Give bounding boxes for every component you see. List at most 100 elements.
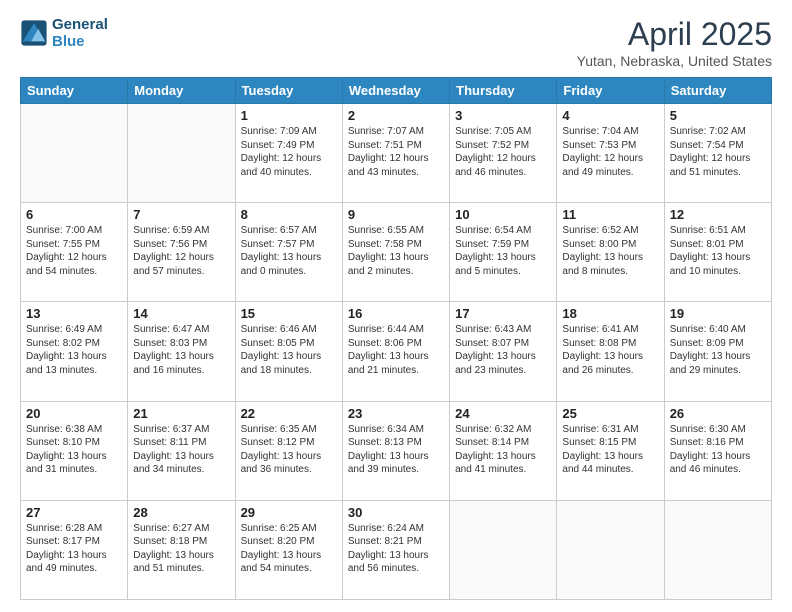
day-info: Sunrise: 6:44 AM Sunset: 8:06 PM Dayligh… (348, 323, 444, 377)
weekday-header-monday: Monday (128, 78, 235, 104)
day-info: Sunrise: 6:28 AM Sunset: 8:17 PM Dayligh… (26, 522, 122, 576)
weekday-header-thursday: Thursday (450, 78, 557, 104)
day-number: 3 (455, 108, 551, 123)
header: General Blue April 2025 Yutan, Nebraska,… (20, 16, 772, 69)
day-number: 21 (133, 406, 229, 421)
calendar-cell: 13Sunrise: 6:49 AM Sunset: 8:02 PM Dayli… (21, 302, 128, 401)
calendar-cell: 30 Sunrise: 6:24 AM Sunset: 8:21 PM Dayli… (342, 500, 449, 599)
weekday-header-sunday: Sunday (21, 78, 128, 104)
day-number: 28 (133, 505, 229, 520)
day-number: 18 (562, 306, 658, 321)
day-number: 14 (133, 306, 229, 321)
day-number: 15 (241, 306, 337, 321)
day-number: 12 (670, 207, 766, 222)
day-info: Sunrise: 6:43 AM Sunset: 8:07 PM Dayligh… (455, 323, 551, 377)
day-info: Sunrise: 6:54 AM Sunset: 7:59 PM Dayligh… (455, 224, 551, 278)
logo-icon (20, 19, 48, 47)
week-row-1: 6 Sunrise: 7:00 AM Sunset: 7:55 PM Daylig… (21, 203, 772, 302)
day-number: 9 (348, 207, 444, 222)
calendar-cell: 21 Sunrise: 6:37 AM Sunset: 8:11 PM Dayli… (128, 401, 235, 500)
day-number: 20 (26, 406, 122, 421)
day-info: Sunrise: 6:25 AM Sunset: 8:20 PM Dayligh… (241, 522, 337, 576)
calendar-cell: 17 Sunrise: 6:43 AM Sunset: 8:07 PM Dayli… (450, 302, 557, 401)
day-info: Sunrise: 7:05 AM Sunset: 7:52 PM Dayligh… (455, 125, 551, 179)
day-info: Sunrise: 6:55 AM Sunset: 7:58 PM Dayligh… (348, 224, 444, 278)
day-info: Sunrise: 6:41 AM Sunset: 8:08 PM Dayligh… (562, 323, 658, 377)
day-number: 23 (348, 406, 444, 421)
weekday-header-saturday: Saturday (664, 78, 771, 104)
day-number: 24 (455, 406, 551, 421)
calendar-cell: 18 Sunrise: 6:41 AM Sunset: 8:08 PM Dayli… (557, 302, 664, 401)
calendar-cell: 27Sunrise: 6:28 AM Sunset: 8:17 PM Dayli… (21, 500, 128, 599)
day-info: Sunrise: 6:51 AM Sunset: 8:01 PM Dayligh… (670, 224, 766, 278)
calendar-cell: 23Sunrise: 6:34 AM Sunset: 8:13 PM Dayli… (342, 401, 449, 500)
calendar-cell: 6 Sunrise: 7:00 AM Sunset: 7:55 PM Daylig… (21, 203, 128, 302)
day-info: Sunrise: 6:32 AM Sunset: 8:14 PM Dayligh… (455, 423, 551, 477)
day-number: 10 (455, 207, 551, 222)
day-info: Sunrise: 7:07 AM Sunset: 7:51 PM Dayligh… (348, 125, 444, 179)
day-number: 13 (26, 306, 122, 321)
week-row-0: 1 Sunrise: 7:09 AM Sunset: 7:49 PM Daylig… (21, 104, 772, 203)
day-number: 1 (241, 108, 337, 123)
day-info: Sunrise: 6:35 AM Sunset: 8:12 PM Dayligh… (241, 423, 337, 477)
day-info: Sunrise: 7:00 AM Sunset: 7:55 PM Dayligh… (26, 224, 122, 278)
week-row-3: 20 Sunrise: 6:38 AM Sunset: 8:10 PM Dayli… (21, 401, 772, 500)
day-number: 30 (348, 505, 444, 520)
day-number: 29 (241, 505, 337, 520)
day-number: 11 (562, 207, 658, 222)
calendar-cell: 16 Sunrise: 6:44 AM Sunset: 8:06 PM Dayli… (342, 302, 449, 401)
calendar-cell: 7 Sunrise: 6:59 AM Sunset: 7:56 PM Daylig… (128, 203, 235, 302)
day-info: Sunrise: 6:47 AM Sunset: 8:03 PM Dayligh… (133, 323, 229, 377)
day-number: 17 (455, 306, 551, 321)
weekday-header-friday: Friday (557, 78, 664, 104)
calendar-cell: 10 Sunrise: 6:54 AM Sunset: 7:59 PM Dayli… (450, 203, 557, 302)
calendar-cell: 14 Sunrise: 6:47 AM Sunset: 8:03 PM Dayli… (128, 302, 235, 401)
day-number: 25 (562, 406, 658, 421)
logo: General Blue (20, 16, 108, 51)
month-title: April 2025 (577, 16, 772, 53)
day-info: Sunrise: 6:31 AM Sunset: 8:15 PM Dayligh… (562, 423, 658, 477)
week-row-4: 27Sunrise: 6:28 AM Sunset: 8:17 PM Dayli… (21, 500, 772, 599)
calendar-cell: 28Sunrise: 6:27 AM Sunset: 8:18 PM Dayli… (128, 500, 235, 599)
calendar-table: SundayMondayTuesdayWednesdayThursdayFrid… (20, 77, 772, 600)
day-info: Sunrise: 6:24 AM Sunset: 8:21 PM Dayligh… (348, 522, 444, 576)
calendar-cell: 3 Sunrise: 7:05 AM Sunset: 7:52 PM Daylig… (450, 104, 557, 203)
calendar-cell (128, 104, 235, 203)
calendar-cell: 5 Sunrise: 7:02 AM Sunset: 7:54 PM Daylig… (664, 104, 771, 203)
calendar-cell (21, 104, 128, 203)
day-info: Sunrise: 6:40 AM Sunset: 8:09 PM Dayligh… (670, 323, 766, 377)
day-number: 22 (241, 406, 337, 421)
calendar-cell: 26 Sunrise: 6:30 AM Sunset: 8:16 PM Dayli… (664, 401, 771, 500)
calendar-cell (450, 500, 557, 599)
day-number: 6 (26, 207, 122, 222)
weekday-header-wednesday: Wednesday (342, 78, 449, 104)
calendar-cell (664, 500, 771, 599)
calendar-cell: 20 Sunrise: 6:38 AM Sunset: 8:10 PM Dayli… (21, 401, 128, 500)
day-info: Sunrise: 7:09 AM Sunset: 7:49 PM Dayligh… (241, 125, 337, 179)
calendar-cell: 25 Sunrise: 6:31 AM Sunset: 8:15 PM Dayli… (557, 401, 664, 500)
calendar-cell: 12 Sunrise: 6:51 AM Sunset: 8:01 PM Dayli… (664, 203, 771, 302)
day-number: 16 (348, 306, 444, 321)
day-number: 26 (670, 406, 766, 421)
location: Yutan, Nebraska, United States (577, 53, 772, 69)
day-info: Sunrise: 6:52 AM Sunset: 8:00 PM Dayligh… (562, 224, 658, 278)
calendar-cell: 19Sunrise: 6:40 AM Sunset: 8:09 PM Dayli… (664, 302, 771, 401)
calendar-cell: 24 Sunrise: 6:32 AM Sunset: 8:14 PM Dayli… (450, 401, 557, 500)
calendar-cell: 4Sunrise: 7:04 AM Sunset: 7:53 PM Daylig… (557, 104, 664, 203)
calendar-cell: 29 Sunrise: 6:25 AM Sunset: 8:20 PM Dayli… (235, 500, 342, 599)
day-number: 5 (670, 108, 766, 123)
calendar-cell: 11 Sunrise: 6:52 AM Sunset: 8:00 PM Dayli… (557, 203, 664, 302)
weekday-header-tuesday: Tuesday (235, 78, 342, 104)
week-row-2: 13Sunrise: 6:49 AM Sunset: 8:02 PM Dayli… (21, 302, 772, 401)
calendar-cell: 2 Sunrise: 7:07 AM Sunset: 7:51 PM Daylig… (342, 104, 449, 203)
calendar-cell: 9 Sunrise: 6:55 AM Sunset: 7:58 PM Daylig… (342, 203, 449, 302)
day-info: Sunrise: 6:57 AM Sunset: 7:57 PM Dayligh… (241, 224, 337, 278)
day-number: 2 (348, 108, 444, 123)
day-number: 7 (133, 207, 229, 222)
day-info: Sunrise: 6:59 AM Sunset: 7:56 PM Dayligh… (133, 224, 229, 278)
day-info: Sunrise: 6:38 AM Sunset: 8:10 PM Dayligh… (26, 423, 122, 477)
day-info: Sunrise: 6:37 AM Sunset: 8:11 PM Dayligh… (133, 423, 229, 477)
day-info: Sunrise: 6:30 AM Sunset: 8:16 PM Dayligh… (670, 423, 766, 477)
day-info: Sunrise: 7:02 AM Sunset: 7:54 PM Dayligh… (670, 125, 766, 179)
weekday-header-row: SundayMondayTuesdayWednesdayThursdayFrid… (21, 78, 772, 104)
